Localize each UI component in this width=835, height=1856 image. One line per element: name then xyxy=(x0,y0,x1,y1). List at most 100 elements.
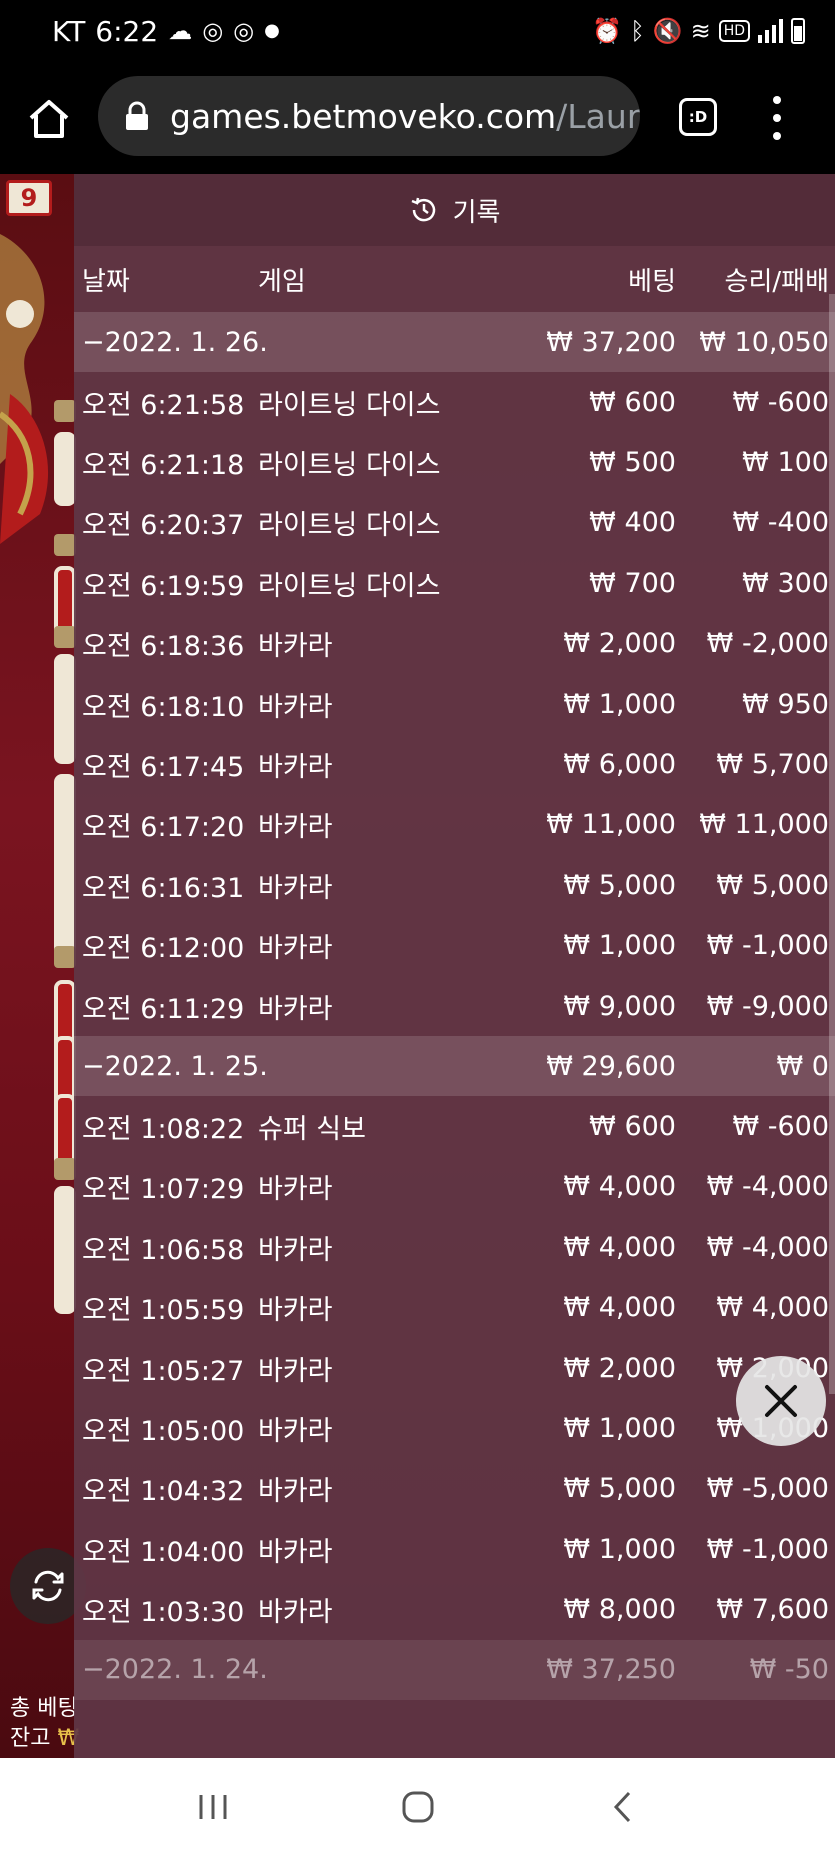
history-row[interactable]: 오전 1:04:32 바카라 ₩ 5,000 ₩ -5,000 xyxy=(74,1459,835,1519)
date-group-header[interactable]: −2022. 1. 25. ₩ 29,600 ₩ 0 xyxy=(74,1036,835,1097)
row-game: 바카라 xyxy=(258,1234,333,1266)
total-bet-label: 총 베팅 xyxy=(10,1696,78,1721)
address-bar[interactable]: games.betmoveko.com/Laur xyxy=(98,76,640,156)
date-group-header[interactable]: −2022. 1. 24. ₩ 37,250 ₩ -50 xyxy=(74,1639,835,1700)
row-time: 오전 6:21:58 xyxy=(82,389,245,421)
row-result: ₩ 5,700 xyxy=(716,749,829,781)
row-game: 라이트닝 다이스 xyxy=(258,570,441,602)
browser-toolbar: games.betmoveko.com/Laur :D xyxy=(0,62,835,174)
row-bet: ₩ 1,000 xyxy=(563,930,676,962)
clock-time: 6:22 xyxy=(95,14,159,48)
history-row[interactable]: 오전 6:12:00 바카라 ₩ 1,000 ₩ -1,000 xyxy=(74,916,835,976)
history-row[interactable]: 오전 1:05:00바카라₩ 1,000₩ 1,000 xyxy=(74,1398,835,1458)
side-tab xyxy=(54,1158,76,1180)
balance-label: 잔고 xyxy=(10,1726,51,1751)
row-game: 바카라 xyxy=(258,1597,333,1629)
history-row[interactable]: 오전 6:21:58 라이트닝 다이스 ₩ 600 ₩ -600 xyxy=(74,372,835,432)
history-header: 기록 xyxy=(74,174,835,246)
tabs-icon[interactable]: :D xyxy=(679,98,717,136)
dot-icon: ● xyxy=(264,20,280,41)
row-result: ₩ -4,000 xyxy=(706,1171,829,1203)
history-row[interactable]: 오전 6:20:37 라이트닝 다이스 ₩ 400 ₩ -400 xyxy=(74,493,835,553)
history-row[interactable]: 오전 1:06:58 바카라 ₩ 4,000 ₩ -4,000 xyxy=(74,1217,835,1277)
more-menu-icon[interactable] xyxy=(770,96,784,140)
row-game: 바카라 xyxy=(258,1355,333,1387)
history-row[interactable]: 오전 6:19:59 라이트닝 다이스 ₩ 700 ₩ 300 xyxy=(74,553,835,613)
row-result: ₩ 300 xyxy=(742,567,829,599)
battery-icon xyxy=(791,18,805,44)
history-row[interactable]: 오전 1:07:29 바카라 ₩ 4,000 ₩ -4,000 xyxy=(74,1157,835,1217)
row-result: ₩ -9,000 xyxy=(706,990,829,1022)
row-result: ₩ -1,000 xyxy=(706,1533,829,1565)
history-row[interactable]: 오전 1:05:59 바카라 ₩ 4,000 ₩ 4,000 xyxy=(74,1277,835,1337)
carrier-label: KT xyxy=(52,14,86,48)
close-icon[interactable] xyxy=(736,1356,826,1446)
row-time: 오전 1:03:30 xyxy=(82,1597,245,1629)
row-bet: ₩ 500 xyxy=(589,447,676,479)
row-game: 바카라 xyxy=(258,993,333,1025)
row-time: 오전 6:17:20 xyxy=(82,812,245,844)
row-time: 오전 6:17:45 xyxy=(82,752,245,784)
row-result: ₩ -5,000 xyxy=(706,1473,829,1505)
scrollbar[interactable] xyxy=(829,294,835,1394)
row-game: 라이트닝 다이스 xyxy=(258,450,441,482)
date-group-header[interactable]: −2022. 1. 26. ₩ 37,200 ₩ 10,050 xyxy=(74,312,835,372)
row-time: 오전 6:16:31 xyxy=(82,872,245,904)
row-game: 바카라 xyxy=(258,933,333,965)
row-bet: ₩ 5,000 xyxy=(563,869,676,901)
history-row[interactable]: 오전 1:03:30 바카라 ₩ 8,000 ₩ 7,600 xyxy=(74,1579,835,1639)
row-bet: ₩ 5,000 xyxy=(563,1473,676,1505)
mute-icon: 🔇 xyxy=(652,17,683,45)
group-date: −2022. 1. 26. xyxy=(82,326,268,358)
row-time: 오전 6:21:18 xyxy=(82,450,245,482)
history-row[interactable]: 오전 6:21:18 라이트닝 다이스 ₩ 500 ₩ 100 xyxy=(74,432,835,492)
row-bet: ₩ 400 xyxy=(589,507,676,539)
row-game: 바카라 xyxy=(258,1295,333,1327)
recents-icon[interactable] xyxy=(191,1785,235,1829)
row-game: 바카라 xyxy=(258,752,333,784)
history-row[interactable]: 오전 1:08:22 슈퍼 식보 ₩ 600 ₩ -600 xyxy=(74,1096,835,1156)
row-time: 오전 1:08:22 xyxy=(82,1113,245,1145)
row-result: ₩ -1,000 xyxy=(706,930,829,962)
chrome-icon: ◎ xyxy=(233,17,255,45)
row-bet: ₩ 4,000 xyxy=(563,1292,676,1324)
history-column-headers: 날짜 게임 베팅 승리/패배 xyxy=(74,246,835,312)
group-result-total: ₩ -50 xyxy=(749,1654,829,1686)
row-bet: ₩ 600 xyxy=(589,1110,676,1142)
home-nav-icon[interactable] xyxy=(396,1785,440,1829)
side-card xyxy=(54,1094,76,1168)
history-list[interactable]: −2022. 1. 26. ₩ 37,200 ₩ 10,050 오전 6:21:58 라… xyxy=(74,312,835,1700)
hd-badge: HD xyxy=(718,20,750,42)
history-row[interactable]: 오전 1:05:27바카라₩ 2,000₩ 2,000 xyxy=(74,1338,835,1398)
history-row[interactable]: 오전 6:16:31 바카라 ₩ 5,000 ₩ 5,000 xyxy=(74,855,835,915)
history-row[interactable]: 오전 6:18:36 바카라 ₩ 2,000 ₩ -2,000 xyxy=(74,614,835,674)
row-bet: ₩ 2,000 xyxy=(563,628,676,660)
history-row[interactable]: 오전 6:18:10 바카라 ₩ 1,000 ₩ 950 xyxy=(74,674,835,734)
history-row[interactable]: 오전 6:17:20 바카라 ₩ 11,000 ₩ 11,000 xyxy=(74,795,835,855)
row-time: 오전 1:04:32 xyxy=(82,1476,245,1508)
history-row[interactable]: 오전 6:17:45 바카라 ₩ 6,000 ₩ 5,700 xyxy=(74,734,835,794)
row-bet: ₩ 4,000 xyxy=(563,1231,676,1263)
row-game: 바카라 xyxy=(258,1174,333,1206)
row-game: 슈퍼 식보 xyxy=(258,1113,366,1145)
side-card xyxy=(54,654,76,764)
group-bet-total: ₩ 29,600 xyxy=(546,1050,676,1082)
url-host: games.betmoveko.com xyxy=(170,96,557,136)
row-bet: ₩ 1,000 xyxy=(563,688,676,720)
row-time: 오전 6:18:10 xyxy=(82,691,245,723)
row-time: 오전 6:20:37 xyxy=(82,510,245,542)
row-time: 오전 1:05:00 xyxy=(82,1415,245,1447)
history-row[interactable]: 오전 6:11:29 바카라 ₩ 9,000 ₩ -9,000 xyxy=(74,976,835,1036)
side-tab xyxy=(54,626,76,648)
cloud-icon: ☁ xyxy=(168,17,193,45)
col-bet: 베팅 xyxy=(628,266,676,297)
group-bet-total: ₩ 37,250 xyxy=(546,1654,676,1686)
home-icon[interactable] xyxy=(26,96,72,142)
lock-icon xyxy=(126,101,148,130)
row-bet: ₩ 8,000 xyxy=(563,1594,676,1626)
url-text: games.betmoveko.com/Laur xyxy=(170,97,640,136)
col-game: 게임 xyxy=(258,266,306,297)
back-icon[interactable] xyxy=(601,1785,645,1829)
side-card xyxy=(54,1240,76,1314)
history-row[interactable]: 오전 1:04:00 바카라 ₩ 1,000 ₩ -1,000 xyxy=(74,1519,835,1579)
